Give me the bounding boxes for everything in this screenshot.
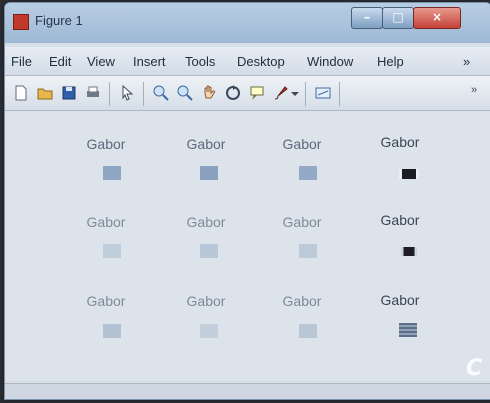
toolbar-separator xyxy=(109,82,110,106)
data-cursor-icon[interactable] xyxy=(247,83,267,103)
figure-window: Figure 1 – □ × File Edit View Insert Too… xyxy=(4,2,490,400)
watermark-logo: C xyxy=(466,356,483,381)
close-button[interactable]: × xyxy=(413,7,461,29)
subplot-title: Gabor xyxy=(186,293,226,309)
menu-insert[interactable]: Insert xyxy=(133,54,166,69)
gabor-filter-image xyxy=(299,324,317,338)
subplot-title: Gabor xyxy=(86,293,126,309)
zoom-out-icon[interactable] xyxy=(175,83,195,103)
gabor-filter-image xyxy=(401,247,417,256)
subplot-title: Gabor xyxy=(380,292,420,308)
pan-hand-icon[interactable] xyxy=(199,83,219,103)
new-figure-icon[interactable] xyxy=(11,83,31,103)
gabor-filter-image xyxy=(299,166,317,180)
menu-help[interactable]: Help xyxy=(377,54,404,69)
matlab-figure-icon xyxy=(13,14,29,30)
menu-view[interactable]: View xyxy=(87,54,115,69)
minimize-button[interactable]: – xyxy=(351,7,383,29)
subplot-title: Gabor xyxy=(380,212,420,228)
menu-window[interactable]: Window xyxy=(307,54,353,69)
toolbar-separator xyxy=(143,82,144,106)
gabor-filter-image xyxy=(103,324,121,338)
subplot-title: Gabor xyxy=(186,214,226,230)
window-title: Figure 1 xyxy=(35,13,83,28)
gabor-filter-image xyxy=(200,166,218,180)
subplot-title: Gabor xyxy=(380,134,420,150)
gabor-filter-image xyxy=(103,244,121,258)
menu-edit[interactable]: Edit xyxy=(49,54,71,69)
toolbar-separator xyxy=(305,82,306,106)
gabor-filter-image xyxy=(200,244,218,258)
status-bar xyxy=(5,383,490,399)
rotate-3d-icon[interactable] xyxy=(223,83,243,103)
menu-desktop[interactable]: Desktop xyxy=(237,54,285,69)
subplot-title: Gabor xyxy=(282,293,322,309)
select-arrow-icon[interactable] xyxy=(117,83,137,103)
toolbar-overflow-chevron[interactable]: » xyxy=(471,84,477,96)
gabor-filter-image xyxy=(103,166,121,180)
dropdown-arrow-icon[interactable] xyxy=(289,83,301,103)
gabor-filter-image xyxy=(299,244,317,258)
subplot-title: Gabor xyxy=(282,136,322,152)
title-bar[interactable]: Figure 1 – □ × xyxy=(5,3,490,43)
figure-canvas: Gabor Gabor Gabor Gabor Gabor Gabor Gabo… xyxy=(5,111,490,381)
subplot-title: Gabor xyxy=(186,136,226,152)
menu-overflow-chevron[interactable]: » xyxy=(463,54,470,69)
subplot-title: Gabor xyxy=(86,136,126,152)
link-plot-icon[interactable] xyxy=(313,83,333,103)
menu-bar: File Edit View Insert Tools Desktop Wind… xyxy=(5,47,490,76)
gabor-filter-image xyxy=(399,323,417,337)
figure-toolbar: » xyxy=(5,76,490,111)
subplot-title: Gabor xyxy=(282,214,322,230)
menu-tools[interactable]: Tools xyxy=(185,54,215,69)
save-icon[interactable] xyxy=(59,83,79,103)
brush-icon[interactable] xyxy=(271,83,291,103)
open-file-icon[interactable] xyxy=(35,83,55,103)
gabor-filter-image xyxy=(200,324,218,338)
menu-file[interactable]: File xyxy=(11,54,32,69)
zoom-in-icon[interactable] xyxy=(151,83,171,103)
maximize-button[interactable]: □ xyxy=(382,7,414,29)
gabor-filter-image xyxy=(399,169,419,179)
subplot-title: Gabor xyxy=(86,214,126,230)
toolbar-separator xyxy=(339,82,340,106)
print-icon[interactable] xyxy=(83,83,103,103)
